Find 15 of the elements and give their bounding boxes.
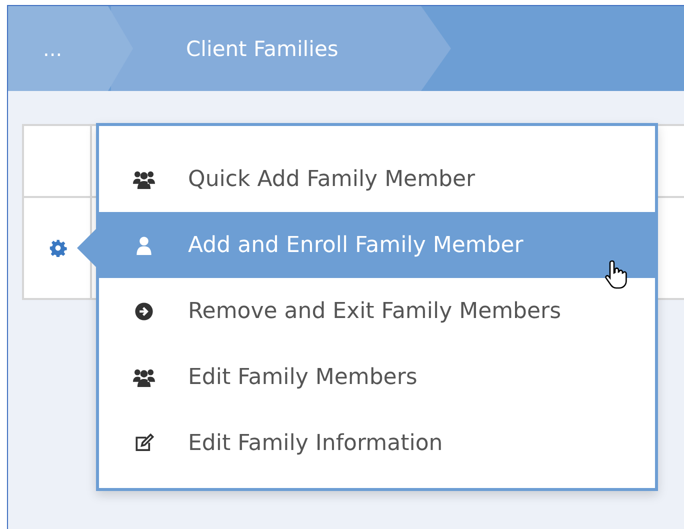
menu-item[interactable]: Quick Add Family Member — [99, 146, 655, 212]
hand-cursor-icon — [605, 259, 629, 291]
arrow-circle-icon — [133, 300, 155, 322]
menu-item-label: Quick Add Family Member — [188, 166, 476, 192]
menu-item[interactable]: Edit Family Information — [99, 410, 655, 476]
menu-item-label: Add and Enroll Family Member — [188, 232, 524, 258]
menu-item[interactable]: Edit Family Members — [99, 344, 655, 410]
menu-item-label: Remove and Exit Family Members — [188, 298, 562, 324]
menu-item[interactable]: Remove and Exit Family Members — [99, 278, 655, 344]
settings-icon[interactable] — [49, 239, 67, 257]
group-icon — [133, 168, 155, 190]
edit-icon — [133, 432, 155, 454]
group-icon — [133, 366, 155, 388]
menu-item-label: Edit Family Members — [188, 364, 418, 390]
menu-item-label: Edit Family Information — [188, 430, 443, 456]
